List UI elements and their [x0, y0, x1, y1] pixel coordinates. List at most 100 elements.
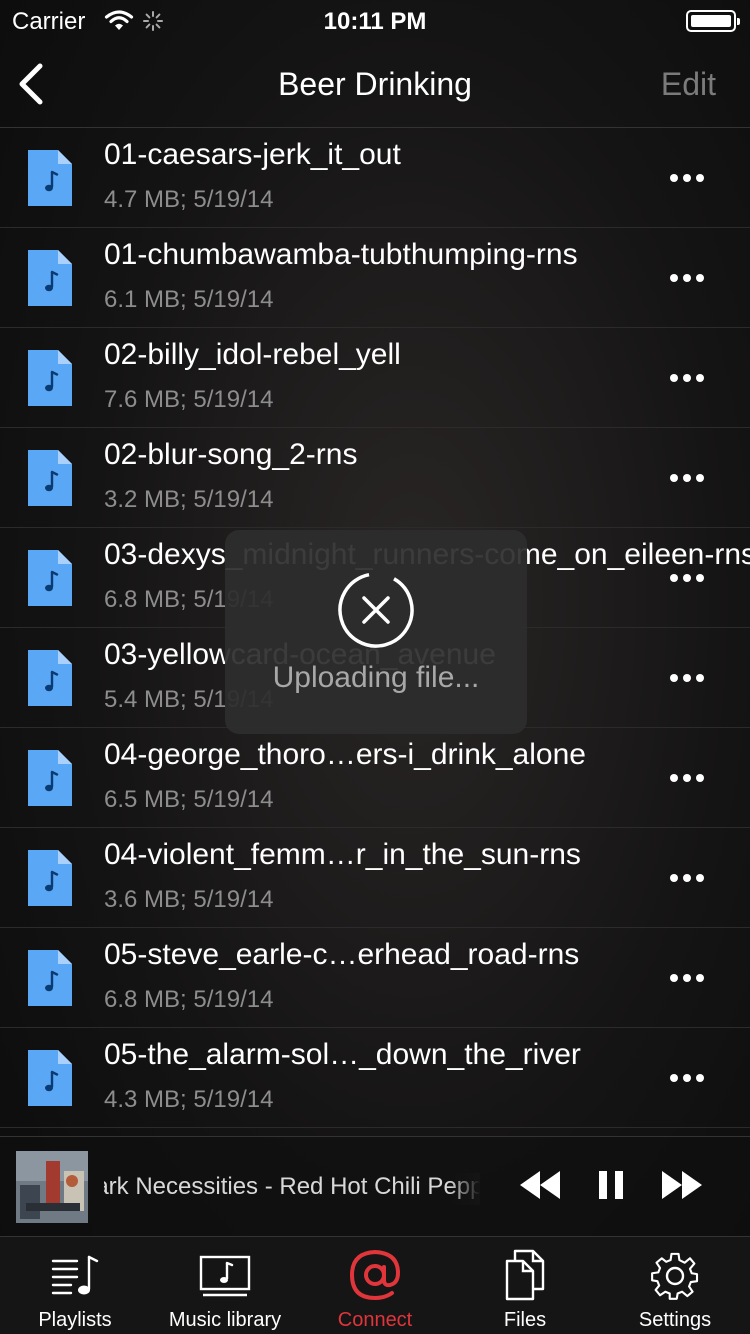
more-dot-icon	[696, 474, 704, 482]
more-options-button[interactable]	[670, 166, 704, 190]
audio-file-icon	[28, 950, 72, 1006]
music-library-icon	[199, 1255, 251, 1297]
more-dot-icon	[670, 874, 678, 882]
more-dot-icon	[696, 674, 704, 682]
tab-settings[interactable]: Settings	[600, 1237, 750, 1334]
more-dot-icon	[696, 174, 704, 182]
file-name: 05-the_alarm-sol…_down_the_river	[104, 1038, 581, 1071]
audio-file-icon	[28, 1050, 72, 1106]
file-meta: 4.3 MB; 5/19/14	[104, 1086, 274, 1113]
file-name: 05-steve_earle-c…erhead_road-rns	[104, 938, 580, 971]
more-dot-icon	[696, 574, 704, 582]
file-meta: 3.6 MB; 5/19/14	[104, 886, 274, 913]
tab-playlists[interactable]: Playlists	[0, 1237, 150, 1334]
file-meta: 6.1 MB; 5/19/14	[104, 286, 274, 313]
rewind-icon[interactable]	[518, 1169, 562, 1201]
now-playing-title: Dark Necessities - Red Hot Chili Peppers	[104, 1173, 480, 1200]
playlist-icon	[51, 1255, 99, 1295]
more-dot-icon	[670, 374, 678, 382]
file-meta: 7.6 MB; 5/19/14	[104, 386, 274, 413]
close-circle-icon[interactable]	[336, 570, 416, 650]
more-dot-icon	[670, 674, 678, 682]
edit-button[interactable]: Edit	[661, 66, 716, 103]
tab-connect[interactable]: Connect	[300, 1237, 450, 1334]
mini-player[interactable]: Dark Necessities - Red Hot Chili Peppers	[0, 1136, 750, 1236]
file-name: 04-violent_femm…r_in_the_sun-rns	[104, 838, 581, 871]
tab-label: Settings	[638, 1309, 712, 1331]
more-dot-icon	[670, 1074, 678, 1082]
file-name: 01-chumbawamba-tubthumping-rns	[104, 238, 578, 271]
audio-file-icon	[28, 550, 72, 606]
battery-icon	[686, 10, 740, 32]
more-options-button[interactable]	[670, 266, 704, 290]
tab-label: Connect	[337, 1309, 413, 1331]
tab-bar: Playlists Music library Connect Files Se…	[0, 1236, 750, 1334]
page-title: Beer Drinking	[278, 66, 472, 102]
more-dot-icon	[683, 274, 691, 282]
file-row[interactable]: 05-steve_earle-c…erhead_road-rns 6.8 MB;…	[0, 928, 750, 1028]
file-name: 02-blur-song_2-rns	[104, 438, 358, 471]
status-bar: Carrier 10:11 PM	[0, 0, 750, 40]
file-row[interactable]: 02-billy_idol-rebel_yell 7.6 MB; 5/19/14	[0, 328, 750, 428]
more-dot-icon	[683, 574, 691, 582]
file-row[interactable]: 01-caesars-jerk_it_out 4.7 MB; 5/19/14	[0, 128, 750, 228]
file-row[interactable]: 04-violent_femm…r_in_the_sun-rns 3.6 MB;…	[0, 828, 750, 928]
file-meta: 4.7 MB; 5/19/14	[104, 186, 274, 213]
tab-label: Playlists	[38, 1309, 112, 1331]
tab-label: Files	[503, 1309, 547, 1331]
tab-label: Music library	[168, 1309, 282, 1331]
more-dot-icon	[696, 1074, 704, 1082]
file-meta: 6.5 MB; 5/19/14	[104, 786, 274, 813]
more-dot-icon	[696, 774, 704, 782]
audio-file-icon	[28, 450, 72, 506]
more-options-button[interactable]	[670, 366, 704, 390]
file-name: 02-billy_idol-rebel_yell	[104, 338, 401, 371]
audio-file-icon	[28, 750, 72, 806]
audio-file-icon	[28, 350, 72, 406]
tab-files[interactable]: Files	[450, 1237, 600, 1334]
more-dot-icon	[683, 974, 691, 982]
file-row[interactable]: 04-george_thoro…ers-i_drink_alone 6.5 MB…	[0, 728, 750, 828]
hud-message: Uploading file...	[272, 661, 480, 694]
now-playing-marquee: Dark Necessities - Red Hot Chili Peppers	[104, 1173, 480, 1205]
files-icon	[505, 1249, 545, 1301]
file-name: 01-caesars-jerk_it_out	[104, 138, 401, 171]
file-name: 04-george_thoro…ers-i_drink_alone	[104, 738, 586, 771]
more-dot-icon	[670, 174, 678, 182]
more-options-button[interactable]	[670, 966, 704, 990]
more-dot-icon	[696, 374, 704, 382]
more-options-button[interactable]	[670, 866, 704, 890]
more-options-button[interactable]	[670, 666, 704, 690]
audio-file-icon	[28, 850, 72, 906]
more-dot-icon	[670, 474, 678, 482]
file-row[interactable]: 02-blur-song_2-rns 3.2 MB; 5/19/14	[0, 428, 750, 528]
tab-music-library[interactable]: Music library	[150, 1237, 300, 1334]
file-row[interactable]: 05-the_alarm-sol…_down_the_river 4.3 MB;…	[0, 1028, 750, 1128]
album-art[interactable]	[16, 1151, 88, 1223]
more-dot-icon	[683, 474, 691, 482]
audio-file-icon	[28, 150, 72, 206]
more-options-button[interactable]	[670, 466, 704, 490]
audio-file-icon	[28, 250, 72, 306]
fast-forward-icon[interactable]	[660, 1169, 704, 1201]
more-dot-icon	[683, 774, 691, 782]
more-dot-icon	[683, 374, 691, 382]
more-dot-icon	[696, 274, 704, 282]
pause-icon[interactable]	[597, 1169, 625, 1201]
more-options-button[interactable]	[670, 1066, 704, 1090]
more-dot-icon	[670, 274, 678, 282]
more-dot-icon	[670, 774, 678, 782]
more-options-button[interactable]	[670, 766, 704, 790]
more-dot-icon	[670, 974, 678, 982]
more-dot-icon	[683, 674, 691, 682]
more-options-button[interactable]	[670, 566, 704, 590]
at-sign-icon	[349, 1249, 401, 1301]
more-dot-icon	[696, 974, 704, 982]
more-dot-icon	[696, 874, 704, 882]
more-dot-icon	[683, 1074, 691, 1082]
file-meta: 6.8 MB; 5/19/14	[104, 986, 274, 1013]
file-row[interactable]: 01-chumbawamba-tubthumping-rns 6.1 MB; 5…	[0, 228, 750, 328]
file-meta: 3.2 MB; 5/19/14	[104, 486, 274, 513]
audio-file-icon	[28, 650, 72, 706]
more-dot-icon	[683, 874, 691, 882]
